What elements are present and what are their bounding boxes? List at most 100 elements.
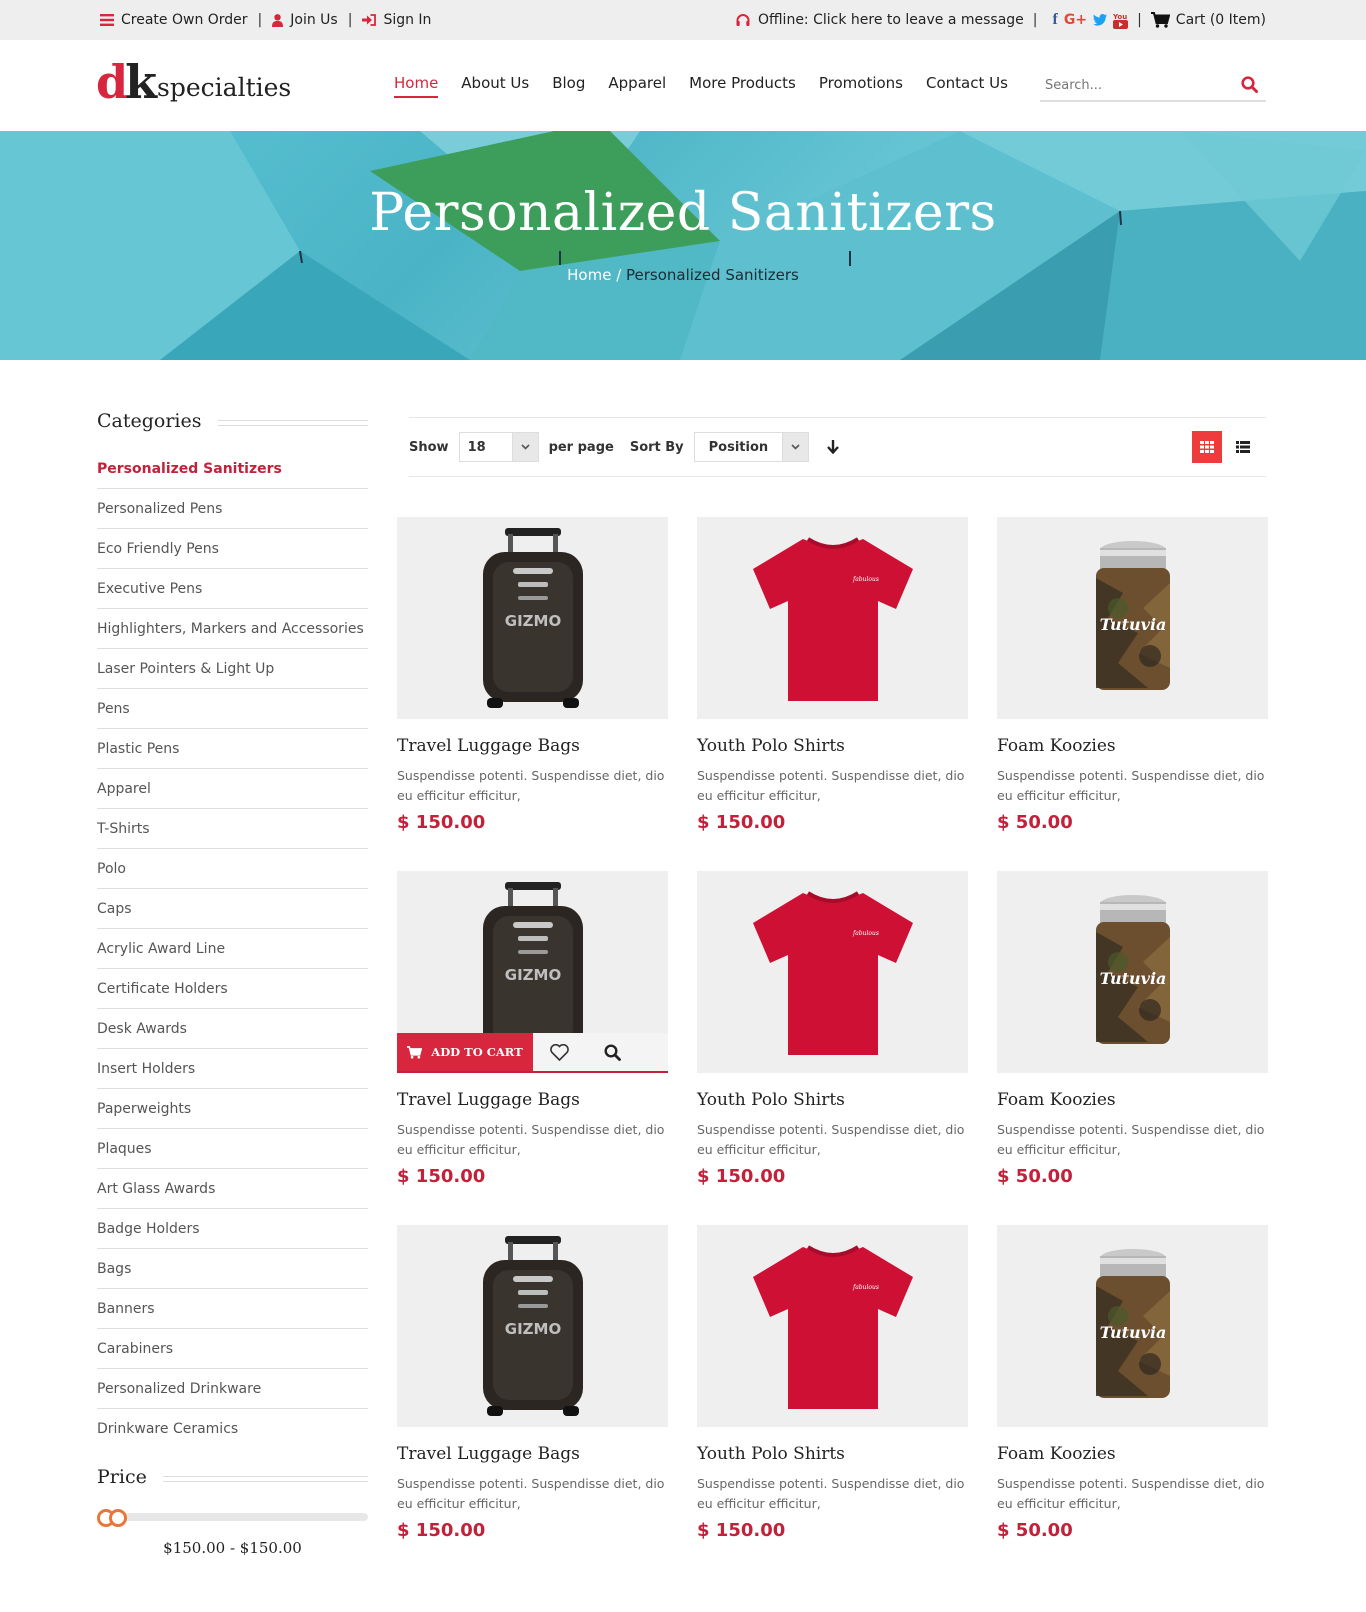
product-card[interactable]: Tutuvia Foam Koozies Suspendisse potenti. … (997, 871, 1268, 1225)
category-item[interactable]: Personalized Sanitizers (97, 449, 368, 489)
nav-home[interactable]: Home (394, 74, 439, 98)
product-card[interactable]: GIZMO Travel Luggage Bags Suspendisse pote… (397, 517, 668, 871)
category-item[interactable]: Art Glass Awards (97, 1169, 368, 1209)
price-range-slider[interactable] (97, 1509, 368, 1527)
product-description: Suspendisse potenti. Suspendisse diet, d… (397, 1122, 665, 1157)
category-item[interactable]: Pens (97, 689, 368, 729)
list-view-button[interactable] (1228, 431, 1258, 463)
search-icon[interactable] (1241, 76, 1258, 97)
product-price: $ 50.00 (997, 812, 1073, 833)
grid-view-button[interactable] (1192, 431, 1222, 463)
category-item[interactable]: Carabiners (97, 1329, 368, 1369)
category-item[interactable]: Personalized Pens (97, 489, 368, 529)
price-range-max-handle[interactable] (109, 1509, 127, 1527)
product-title[interactable]: Travel Luggage Bags (397, 1444, 668, 1464)
per-page-select[interactable]: 18 (458, 432, 539, 462)
product-image[interactable]: GIZMO ADD TO CART (397, 871, 668, 1073)
category-item[interactable]: Highlighters, Markers and Accessories (97, 609, 368, 649)
category-item[interactable]: Desk Awards (97, 1009, 368, 1049)
google-plus-icon[interactable]: G+ (1064, 12, 1087, 28)
nav-about[interactable]: About Us (461, 74, 529, 98)
product-image[interactable]: Tutuvia (997, 871, 1268, 1073)
create-order-link[interactable]: Create Own Order (100, 12, 248, 28)
product-title[interactable]: Foam Koozies (997, 736, 1268, 756)
twitter-icon[interactable] (1093, 14, 1108, 26)
product-image[interactable]: GIZMO (397, 517, 668, 719)
category-item[interactable]: Polo (97, 849, 368, 889)
product-card[interactable]: fabulous Youth Polo Shirts Suspendisse pot… (697, 517, 968, 871)
bag-logo-text: GIZMO (504, 966, 560, 984)
category-item[interactable]: Badge Holders (97, 1209, 368, 1249)
cart-icon[interactable] (1150, 12, 1170, 28)
product-toolbar: Show 18 per page Sort By Position (409, 417, 1266, 477)
product-title[interactable]: Travel Luggage Bags (397, 1090, 668, 1110)
signin-link[interactable]: Sign In (362, 12, 431, 28)
nav-more-products[interactable]: More Products (689, 74, 796, 98)
nav-promotions[interactable]: Promotions (819, 74, 903, 98)
product-title[interactable]: Foam Koozies (997, 1444, 1268, 1464)
product-title[interactable]: Travel Luggage Bags (397, 736, 668, 756)
quick-view-search-icon[interactable] (586, 1033, 639, 1071)
shirt-logo-text: fabulous (852, 1284, 879, 1291)
nav-apparel[interactable]: Apparel (608, 74, 666, 98)
offline-message-link[interactable]: Offline: Click here to leave a message (758, 12, 1024, 28)
category-item[interactable]: Banners (97, 1289, 368, 1329)
product-image[interactable]: Tutuvia (997, 517, 1268, 719)
top-bar-right: Offline: Click here to leave a message |… (736, 0, 1266, 40)
wishlist-heart-icon[interactable] (533, 1033, 586, 1071)
product-title[interactable]: Foam Koozies (997, 1090, 1268, 1110)
chevron-down-icon (781, 433, 808, 461)
product-card[interactable]: Tutuvia Foam Koozies Suspendisse potenti. … (997, 517, 1268, 871)
breadcrumb-home[interactable]: Home (567, 266, 611, 284)
search-input[interactable] (1040, 77, 1230, 93)
product-title[interactable]: Youth Polo Shirts (697, 1090, 968, 1110)
heading-divider (162, 1476, 368, 1482)
youtube-icon[interactable]: You (1113, 12, 1129, 29)
grid-icon (1200, 441, 1214, 453)
category-item[interactable]: Apparel (97, 769, 368, 809)
product-card[interactable]: Tutuvia Foam Koozies Suspendisse potenti. … (997, 1225, 1268, 1579)
product-title[interactable]: Youth Polo Shirts (697, 1444, 968, 1464)
category-item[interactable]: Executive Pens (97, 569, 368, 609)
add-to-cart-button[interactable]: ADD TO CART (397, 1033, 533, 1071)
category-item[interactable]: Certificate Holders (97, 969, 368, 1009)
cart-link[interactable]: Cart (0 Item) (1176, 12, 1266, 28)
luggage-bag-image: GIZMO (482, 527, 583, 708)
logo-text: specialties (157, 73, 292, 102)
category-item[interactable]: Plastic Pens (97, 729, 368, 769)
category-item[interactable]: Bags (97, 1249, 368, 1289)
product-card[interactable]: fabulous Youth Polo Shirts Suspendisse pot… (697, 1225, 968, 1579)
product-card[interactable]: fabulous Youth Polo Shirts Suspendisse pot… (697, 871, 968, 1225)
category-item[interactable]: Acrylic Award Line (97, 929, 368, 969)
category-item[interactable]: Eco Friendly Pens (97, 529, 368, 569)
product-image[interactable]: Tutuvia (997, 1225, 1268, 1427)
shirt-logo-text: fabulous (852, 576, 879, 583)
top-bar: Create Own Order | Join Us | Sign In Off… (0, 0, 1366, 40)
category-item[interactable]: Caps (97, 889, 368, 929)
product-image[interactable]: GIZMO (397, 1225, 668, 1427)
sort-select[interactable]: Position (693, 432, 809, 462)
category-item[interactable]: Personalized Drinkware (97, 1369, 368, 1409)
product-title[interactable]: Youth Polo Shirts (697, 736, 968, 756)
category-item[interactable]: Paperweights (97, 1089, 368, 1129)
sign-in-icon (362, 14, 377, 26)
product-image[interactable]: fabulous (697, 871, 968, 1073)
product-card[interactable]: GIZMO Travel Luggage Bags Suspendisse pote… (397, 1225, 668, 1579)
nav-contact[interactable]: Contact Us (926, 74, 1008, 98)
category-item[interactable]: Drinkware Ceramics (97, 1409, 368, 1449)
site-logo[interactable]: dk specialties (96, 59, 292, 105)
logo-mark: dk (96, 59, 157, 105)
product-image[interactable]: fabulous (697, 517, 968, 719)
nav-blog[interactable]: Blog (552, 74, 585, 98)
sort-direction-arrow-icon[interactable] (826, 440, 839, 454)
category-item[interactable]: T-Shirts (97, 809, 368, 849)
facebook-icon[interactable]: f (1053, 11, 1058, 29)
category-item[interactable]: Laser Pointers & Light Up (97, 649, 368, 689)
product-card[interactable]: GIZMO ADD TO CART Travel Luggage Bags Suspe… (397, 871, 668, 1225)
product-image[interactable]: fabulous (697, 1225, 968, 1427)
join-link[interactable]: Join Us (272, 12, 338, 28)
product-price: $ 150.00 (697, 1520, 786, 1541)
bag-logo-text: GIZMO (504, 612, 560, 630)
category-item[interactable]: Plaques (97, 1129, 368, 1169)
category-item[interactable]: Insert Holders (97, 1049, 368, 1089)
